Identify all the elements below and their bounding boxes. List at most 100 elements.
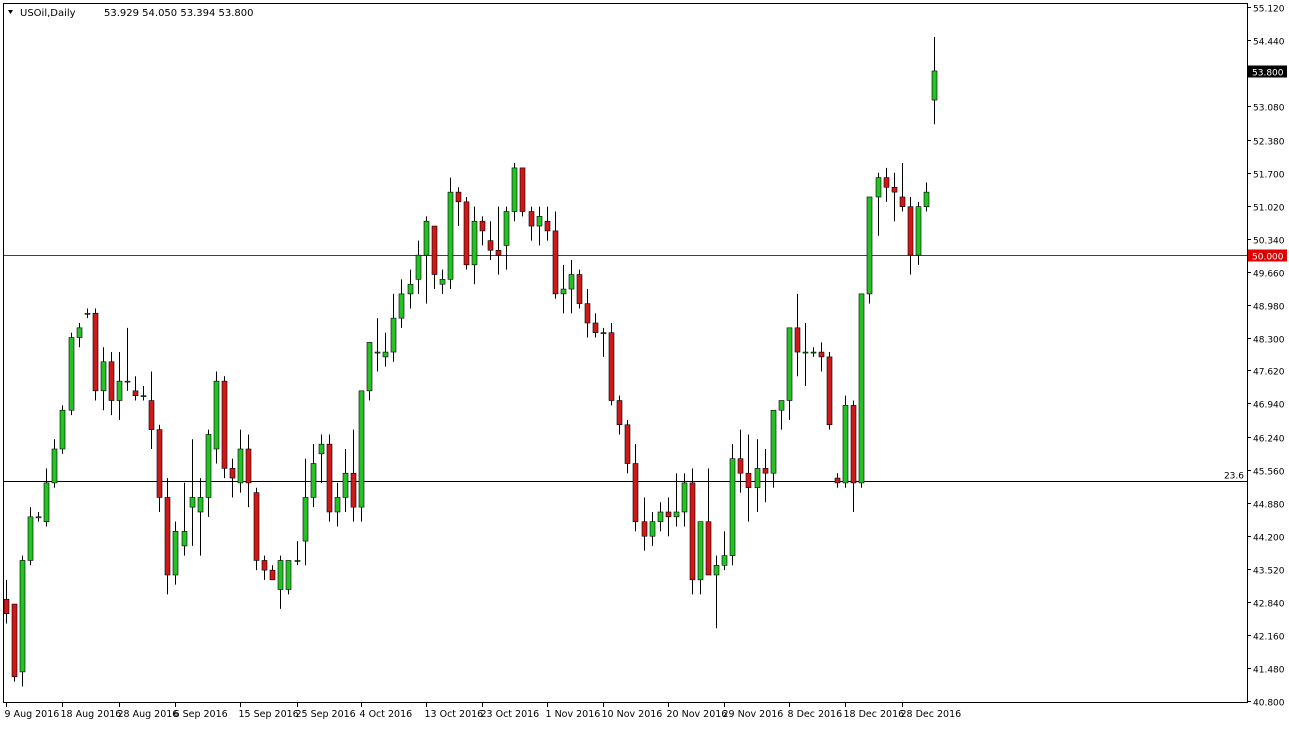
candle-body[interactable] [850,405,857,484]
candle-body[interactable] [318,443,325,455]
candle-body[interactable] [237,448,244,484]
candle-body[interactable] [172,531,179,576]
candle-body[interactable] [624,424,631,464]
candle-body[interactable] [156,429,163,498]
candle-body[interactable] [883,177,890,188]
candle-body[interactable] [608,332,615,401]
candle-body[interactable] [762,468,769,474]
candle-body[interactable] [285,560,292,590]
candle-body[interactable] [528,211,535,227]
candle-body[interactable] [59,409,66,450]
candle-body[interactable] [899,196,906,207]
candle-body[interactable] [302,497,309,542]
candle-body[interactable] [100,361,107,392]
candle-body[interactable] [689,482,696,581]
candle-body[interactable] [737,458,744,474]
candle-body[interactable] [721,555,728,566]
candle-body[interactable] [584,303,591,324]
candle-body[interactable] [124,380,131,383]
candle-body[interactable] [471,220,478,266]
candle-body[interactable] [931,70,938,101]
candle-body[interactable] [810,351,817,354]
candle-body[interactable] [697,521,704,581]
candle-body[interactable] [673,511,680,518]
candle-body[interactable] [277,560,284,590]
candle-body[interactable] [552,230,559,295]
candle-body[interactable] [326,443,333,513]
candle-body[interactable] [366,342,373,392]
candle-body[interactable] [632,463,639,522]
candle-body[interactable] [148,400,155,430]
candle-body[interactable] [68,337,75,411]
candle-body[interactable] [350,472,357,508]
candle-body[interactable] [92,312,99,392]
candle-body[interactable] [519,167,526,212]
candle-body[interactable] [342,472,349,498]
candle-body[interactable] [132,390,139,396]
candle-body[interactable] [536,216,543,227]
candle-body[interactable] [334,497,341,513]
candle-body[interactable] [76,327,83,338]
candle-body[interactable] [649,521,656,537]
candle-body[interactable] [229,468,236,479]
candle-body[interactable] [875,177,882,198]
candle-body[interactable] [754,468,761,489]
candle-body[interactable] [213,380,220,450]
candle-body[interactable] [221,380,228,469]
candle-body[interactable] [358,390,365,508]
candlestick-chart[interactable]: 50.000 23.6 55.120 54.440 53.800 53.080 52.38… [0,0,1289,726]
candle-body[interactable] [576,274,583,304]
candle-body[interactable] [826,356,833,426]
candle-body[interactable] [398,293,405,319]
candle-body[interactable] [745,472,752,489]
candle-body[interactable] [197,497,204,513]
candle-body[interactable] [439,279,446,285]
candle-body[interactable] [923,191,930,207]
candle-body[interactable] [705,521,712,576]
candle-body[interactable] [818,351,825,358]
candle-body[interactable] [164,497,171,576]
candle-body[interactable] [568,274,575,290]
candle-body[interactable] [713,565,720,576]
candle-body[interactable] [866,196,873,295]
candle-body[interactable] [11,603,18,678]
candle-body[interactable] [374,351,381,354]
candle-body[interactable] [681,482,688,513]
candle-body[interactable] [19,560,26,673]
candle-body[interactable] [35,516,42,519]
candle-body[interactable] [907,206,914,256]
candle-body[interactable] [842,405,849,484]
candle-body[interactable] [3,598,10,615]
candle-body[interactable] [463,201,470,266]
candle-body[interactable] [181,531,188,547]
candle-body[interactable] [802,351,809,354]
candle-body[interactable] [503,211,510,246]
candle-body[interactable] [310,463,317,498]
candle-body[interactable] [84,312,91,315]
candle-body[interactable] [560,288,567,295]
candle-body[interactable] [487,240,494,251]
candle-body[interactable] [189,497,196,508]
candle-body[interactable] [729,458,736,556]
candle-body[interactable] [915,206,922,256]
candle-body[interactable] [407,283,414,295]
candle-body[interactable] [657,511,664,522]
chart-area[interactable]: 50.000 23.6 55.120 54.440 53.800 53.080 52.38… [0,0,1289,726]
candle-body[interactable] [43,482,50,522]
candle-body[interactable] [245,448,252,484]
candle-body[interactable] [511,167,518,212]
candle-body[interactable] [390,317,397,353]
candle-body[interactable] [294,560,301,562]
candle-body[interactable] [770,409,777,474]
candle-body[interactable] [786,327,793,401]
candle-body[interactable] [665,511,672,518]
candle-body[interactable] [447,191,454,280]
candle-body[interactable] [495,249,502,256]
candle-body[interactable] [455,191,462,203]
candle-body[interactable] [544,220,551,232]
candle-body[interactable] [641,521,648,537]
candle-body[interactable] [116,380,123,401]
candle-body[interactable] [253,492,260,561]
candle-body[interactable] [261,560,268,571]
candle-body[interactable] [778,400,785,411]
